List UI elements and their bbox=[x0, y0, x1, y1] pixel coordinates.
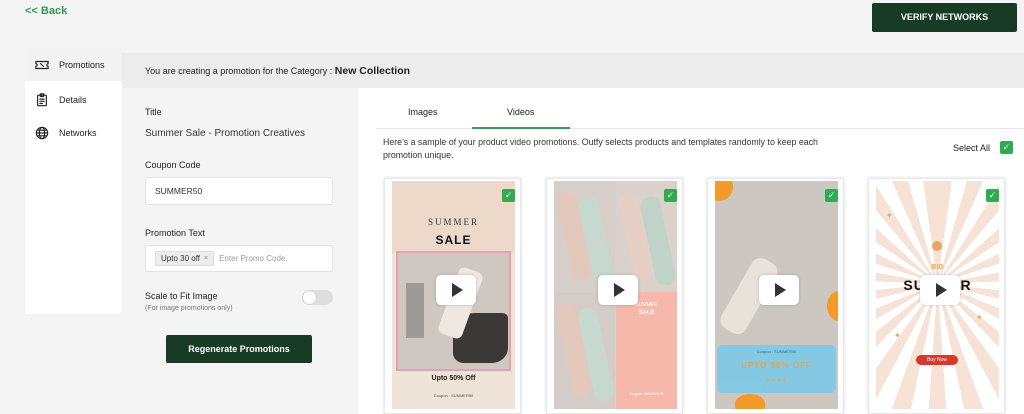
play-icon bbox=[614, 283, 625, 297]
thumb-photo bbox=[554, 292, 616, 409]
play-button[interactable] bbox=[598, 275, 638, 305]
card-checkbox[interactable]: ✓ bbox=[825, 189, 838, 202]
ticket-icon bbox=[35, 60, 49, 69]
buy-now-graphic: Buy Now bbox=[916, 355, 958, 365]
sidebar-item-label: Networks bbox=[59, 127, 97, 138]
thumb-promo-block: SUMMER SALE Coupon : NEWCOL50 bbox=[616, 292, 677, 409]
verify-networks-button[interactable]: VERIFY NETWORKS bbox=[872, 3, 1017, 32]
thumb-text-top: SUMMER bbox=[427, 217, 479, 227]
orange-slice-graphic bbox=[827, 291, 838, 321]
sparkle-icon: ✦ bbox=[976, 313, 983, 322]
thumb-text-top: Coupon : SUMMER50 bbox=[756, 349, 797, 354]
thumb-text-big: SALE bbox=[435, 233, 472, 247]
active-tab-indicator bbox=[472, 127, 570, 129]
title-label: Title bbox=[145, 107, 162, 117]
video-card-1[interactable]: SUMMER SALE Upto 50% Off Coupon : SUMMER… bbox=[384, 178, 521, 414]
promo-chip-label: Upto 30 off bbox=[161, 254, 200, 263]
sidebar: Promotions Details Networks bbox=[25, 48, 122, 314]
coupon-input[interactable]: SUMMER50 bbox=[145, 177, 333, 205]
thumb-text-big: SALE bbox=[638, 310, 655, 316]
play-icon bbox=[936, 283, 947, 297]
title-value: Summer Sale - Promotion Creatives bbox=[145, 128, 306, 139]
chip-remove-icon[interactable]: × bbox=[204, 255, 208, 262]
orange-slice-graphic bbox=[735, 394, 765, 409]
category-header-text: You are creating a promotion for the Cat… bbox=[145, 65, 410, 77]
orange-slice-graphic bbox=[715, 181, 733, 201]
thumb-text-tiny: Coupon : NEWCOL50 bbox=[629, 392, 664, 396]
promo-text-label: Promotion Text bbox=[145, 228, 205, 238]
back-link[interactable]: << Back bbox=[25, 5, 67, 17]
thumb-promo-block: Coupon : SUMMER50 UPTO 50% OFF ★★★★ bbox=[717, 345, 836, 393]
play-button[interactable] bbox=[759, 275, 799, 305]
sidebar-item-details[interactable]: Details bbox=[25, 83, 122, 116]
card-checkbox[interactable]: ✓ bbox=[986, 189, 999, 202]
promo-text-input[interactable]: Upto 30 off × Enter Promo Code. bbox=[145, 245, 333, 272]
thumb-text-tiny: Coupon : SUMMER50 bbox=[433, 393, 474, 398]
sparkle-icon: ✦ bbox=[886, 211, 893, 220]
scale-label: Scale to Fit Image bbox=[145, 291, 218, 301]
video-thumbnail: SUMMER SALE Upto 50% Off Coupon : SUMMER… bbox=[392, 181, 515, 409]
sidebar-item-label: Details bbox=[59, 94, 87, 105]
play-icon bbox=[452, 283, 463, 297]
top-bar bbox=[0, 0, 1024, 48]
video-card-3[interactable]: Coupon : SUMMER50 UPTO 50% OFF ★★★★ ✓ bbox=[707, 178, 844, 414]
video-thumbnail: BIG SUMMER Buy Now ✦ ✦ ✦ bbox=[876, 181, 999, 409]
play-button[interactable] bbox=[436, 275, 476, 305]
video-thumbnail: SUMMER SALE Coupon : NEWCOL50 bbox=[554, 181, 677, 409]
category-prefix: You are creating a promotion for the Cat… bbox=[145, 66, 333, 76]
panel-description: Here's a sample of your product video pr… bbox=[383, 137, 818, 160]
dot-graphic bbox=[932, 241, 942, 251]
coupon-value: SUMMER50 bbox=[155, 186, 203, 196]
globe-icon bbox=[35, 126, 49, 139]
scale-toggle[interactable] bbox=[302, 290, 333, 305]
select-all-checkbox[interactable]: ✓ bbox=[1000, 141, 1013, 154]
thumb-shape bbox=[406, 283, 424, 338]
promo-chip: Upto 30 off × bbox=[155, 251, 215, 266]
regenerate-button[interactable]: Regenerate Promotions bbox=[166, 335, 312, 363]
thumb-text-top: BIG bbox=[931, 264, 944, 271]
card-checkbox[interactable]: ✓ bbox=[664, 189, 677, 202]
promo-placeholder: Enter Promo Code. bbox=[219, 254, 288, 263]
sparkle-icon: ✦ bbox=[894, 331, 901, 340]
thumb-text-big: UPTO 50% OFF bbox=[741, 361, 812, 370]
clipboard-icon bbox=[37, 92, 47, 106]
video-card-4[interactable]: BIG SUMMER Buy Now ✦ ✦ ✦ ✓ bbox=[868, 178, 1005, 414]
tab-images[interactable]: Images bbox=[408, 107, 438, 117]
card-checkbox[interactable]: ✓ bbox=[502, 189, 515, 202]
category-name: New Collection bbox=[334, 65, 411, 77]
thumb-photo bbox=[396, 251, 511, 371]
select-all-label: Select All bbox=[953, 143, 991, 153]
video-thumbnail: Coupon : SUMMER50 UPTO 50% OFF ★★★★ bbox=[715, 181, 838, 409]
scale-note: (For image promotions only) bbox=[145, 305, 233, 312]
toggle-knob bbox=[303, 291, 316, 304]
sidebar-item-promotions[interactable]: Promotions bbox=[25, 48, 122, 81]
play-button[interactable] bbox=[920, 275, 960, 305]
coupon-label: Coupon Code bbox=[145, 160, 201, 170]
play-icon bbox=[775, 283, 786, 297]
tab-videos[interactable]: Videos bbox=[507, 107, 534, 117]
sidebar-item-networks[interactable]: Networks bbox=[25, 116, 122, 149]
thumb-text-bottom: Upto 50% Off bbox=[431, 375, 476, 382]
sidebar-item-label: Promotions bbox=[59, 59, 105, 70]
stars-icon: ★★★★ bbox=[765, 378, 788, 384]
video-card-2[interactable]: SUMMER SALE Coupon : NEWCOL50 ✓ bbox=[546, 178, 683, 414]
